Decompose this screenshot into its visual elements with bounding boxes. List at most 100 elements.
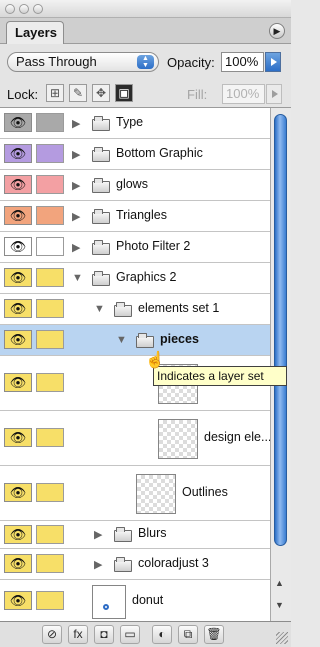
layer-row[interactable]: 👁 donut [0,580,270,623]
layer-row[interactable]: 👁 ▶ Type [0,108,270,139]
expand-triangle-right-icon[interactable]: ▶ [94,558,102,571]
expand-triangle-right-icon[interactable]: ▶ [94,528,102,541]
layer-row[interactable]: 👁 ▶ Bottom Graphic [0,139,270,170]
tab-layers[interactable]: Layers [6,21,64,45]
resize-grip-icon[interactable] [276,632,288,644]
layer-style-icon[interactable]: fx [68,625,88,644]
visibility-eye-icon[interactable]: 👁 [4,206,32,225]
visibility-eye-icon[interactable]: 👁 [4,175,32,194]
layer-name: Photo Filter 2 [116,239,191,253]
visibility-eye-icon[interactable]: 👁 [4,428,32,447]
layer-name: coloradjust 3 [138,556,209,570]
visibility-eye-icon[interactable]: 👁 [4,483,32,502]
layer-name: donut [132,593,164,607]
opacity-slider-arrow-icon[interactable] [265,52,281,72]
blend-mode-stepper-icon[interactable]: ▲ ▼ [137,55,154,69]
link-toggle-cell[interactable] [36,525,64,544]
link-layers-icon[interactable]: ⊘ [42,625,62,644]
layer-name: Graphics 2 [116,270,177,284]
folder-icon [92,147,110,162]
link-toggle-cell[interactable] [36,175,64,194]
layer-row[interactable]: 👁 ▼ elements set 1 [0,294,270,325]
scroll-thumb[interactable] [274,114,287,546]
layer-thumbnail[interactable] [136,474,176,514]
lock-fill-row: Lock: ⊞ ✎ ✥ ▣ Fill: 100% [0,78,291,108]
tab-row: Layers ▶ [0,18,291,45]
trash-icon[interactable]: 🗑 [204,625,224,644]
visibility-eye-icon[interactable]: 👁 [4,299,32,318]
lock-image-icon[interactable]: ✎ [69,84,87,102]
lock-position-icon[interactable]: ✥ [92,84,110,102]
expand-triangle-right-icon[interactable]: ▶ [72,117,80,130]
link-toggle-cell[interactable] [36,268,64,287]
blend-mode-select[interactable]: Pass Through ▲ ▼ [7,52,159,72]
adjustment-layer-icon[interactable]: ◐ [152,625,172,644]
lock-all-icon[interactable]: ▣ [115,84,133,102]
minimize-window-icon[interactable] [19,4,29,14]
panel-menu-icon[interactable]: ▶ [269,23,285,39]
visibility-eye-icon[interactable]: 👁 [4,330,32,349]
new-layer-icon[interactable]: ⧉ [178,625,198,644]
folder-icon [92,178,110,193]
link-toggle-cell[interactable] [36,113,64,132]
visibility-eye-icon[interactable]: 👁 [4,237,32,256]
link-toggle-cell[interactable] [36,206,64,225]
layer-name: design ele... [204,430,272,444]
layer-row[interactable]: 👁 ▶ glows [0,170,270,201]
layer-name: pieces [160,332,199,346]
visibility-eye-icon[interactable]: 👁 [4,554,32,573]
layers-scrollbar[interactable]: ▲ ▼ [270,108,291,621]
visibility-eye-icon[interactable]: 👁 [4,591,32,610]
link-toggle-cell[interactable] [36,483,64,502]
folder-icon [92,271,110,286]
layer-row[interactable]: 👁 ▼ pieces [0,325,270,356]
link-toggle-cell[interactable] [36,373,64,392]
link-toggle-cell[interactable] [36,428,64,447]
expand-triangle-right-icon[interactable]: ▶ [72,148,80,161]
scroll-up-arrow-icon[interactable]: ▲ [275,578,284,588]
layer-mask-icon[interactable]: ◘ [94,625,114,644]
hand-pointer-icon: ☝ [145,352,165,369]
visibility-eye-icon[interactable]: 👁 [4,144,32,163]
blend-opacity-row: Pass Through ▲ ▼ Opacity: 100% [0,44,291,78]
layer-name: elements set 1 [138,301,220,315]
layer-row[interactable]: 👁 ▶ Blurs [0,521,270,549]
expand-triangle-down-icon[interactable]: ▼ [72,272,83,284]
layer-row[interactable]: 👁 ▼ Graphics 2 [0,263,270,294]
link-toggle-cell[interactable] [36,144,64,163]
new-set-icon[interactable]: ▭ [120,625,140,644]
expand-triangle-right-icon[interactable]: ▶ [72,210,80,223]
link-toggle-cell[interactable] [36,237,64,256]
fill-input[interactable]: 100% [222,84,265,104]
layer-row[interactable]: 👁 design ele... [0,411,272,466]
lock-transparency-icon[interactable]: ⊞ [46,84,64,102]
layer-row[interactable]: 👁 Outlines [0,466,270,521]
link-toggle-cell[interactable] [36,591,64,610]
link-toggle-cell[interactable] [36,554,64,573]
layer-row[interactable]: 👁 ▶ coloradjust 3 [0,549,270,580]
link-toggle-cell[interactable] [36,299,64,318]
layers-list: 👁 ▶ Type 👁 ▶ Bottom Graphic 👁 ▶ glows 👁 ▶ Triangles… [0,108,272,623]
scroll-down-arrow-icon[interactable]: ▼ [275,600,284,610]
zoom-window-icon[interactable] [33,4,43,14]
visibility-eye-icon[interactable]: 👁 [4,525,32,544]
title-bar [0,0,291,18]
opacity-input[interactable]: 100% [221,52,264,72]
layer-row[interactable]: 👁 ▶ Photo Filter 2 [0,232,270,263]
expand-triangle-right-icon[interactable]: ▶ [72,179,80,192]
layer-thumbnail[interactable] [92,585,126,619]
layer-thumbnail[interactable] [158,419,198,459]
expand-triangle-right-icon[interactable]: ▶ [72,241,80,254]
visibility-eye-icon[interactable]: 👁 [4,268,32,287]
visibility-eye-icon[interactable]: 👁 [4,373,32,392]
layer-name: Blurs [138,526,167,540]
visibility-eye-icon[interactable]: 👁 [4,113,32,132]
blend-mode-value: Pass Through [16,54,97,69]
close-window-icon[interactable] [5,4,15,14]
layer-row[interactable]: 👁 ▶ Triangles [0,201,270,232]
expand-triangle-down-icon[interactable]: ▼ [94,303,105,315]
fill-slider-arrow-icon[interactable] [266,84,282,104]
link-toggle-cell[interactable] [36,330,64,349]
layer-name: Triangles [116,208,167,222]
expand-triangle-down-icon[interactable]: ▼ [116,334,127,346]
